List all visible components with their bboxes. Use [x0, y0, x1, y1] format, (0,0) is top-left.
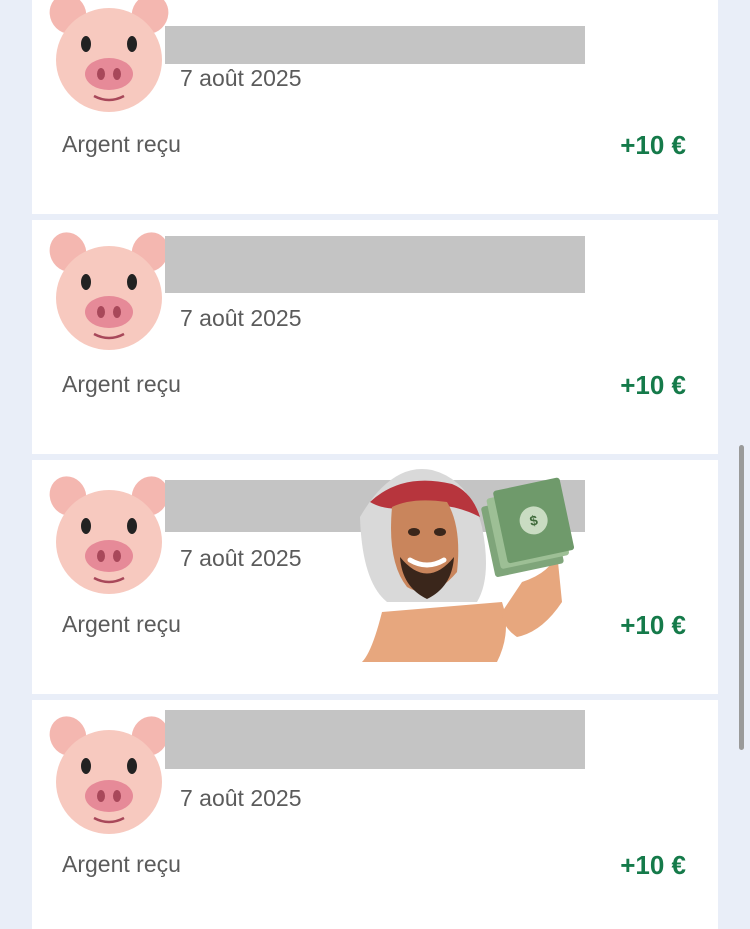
transaction-card[interactable]: 7 août 2025 Argent reçu +10 €: [32, 700, 718, 929]
transaction-date: 7 août 2025: [180, 65, 302, 91]
redacted-name: [165, 26, 585, 64]
pig-face-icon: [49, 476, 169, 594]
transaction-date: 7 août 2025: [180, 545, 302, 571]
transaction-card[interactable]: 7 août 2025 Argent reçu +10 €: [32, 220, 718, 454]
transaction-amount: +10 €: [620, 610, 686, 640]
man-holding-money-sticker: $: [360, 468, 575, 662]
transaction-card[interactable]: 7 août 2025 Argent reçu +10 €: [32, 0, 718, 214]
scrollbar[interactable]: [739, 445, 744, 750]
transaction-amount: +10 €: [620, 850, 686, 880]
transaction-type: Argent reçu: [62, 131, 181, 157]
transaction-list: 7 août 2025 Argent reçu +10 € 7 août 202…: [0, 0, 750, 929]
pig-face-icon: [49, 232, 169, 350]
transaction-date: 7 août 2025: [180, 305, 302, 331]
redacted-name: [165, 710, 585, 769]
pig-face-icon: [49, 0, 169, 112]
redacted-name: [165, 236, 585, 293]
transaction-amount: +10 €: [620, 130, 686, 160]
transaction-type: Argent reçu: [62, 371, 181, 397]
pig-face-icon: [49, 716, 169, 834]
transaction-type: Argent reçu: [62, 611, 181, 637]
transaction-type: Argent reçu: [62, 851, 181, 877]
transaction-date: 7 août 2025: [180, 785, 302, 811]
transaction-amount: +10 €: [620, 370, 686, 400]
